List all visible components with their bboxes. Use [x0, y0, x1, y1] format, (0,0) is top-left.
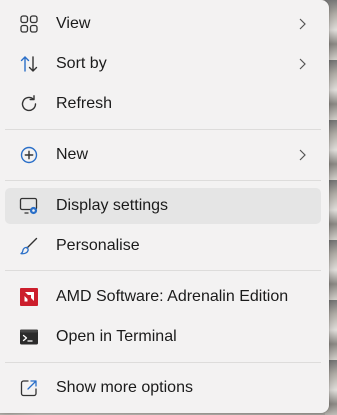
menu-separator: [5, 129, 321, 130]
chevron-right-icon: [299, 149, 306, 161]
brush-icon: [20, 237, 38, 255]
menu-item-sort-by[interactable]: Sort by: [5, 46, 321, 82]
menu-item-label: Display settings: [56, 197, 169, 214]
desktop-context-menu: View Sort by Refresh New Display setting…: [0, 0, 329, 413]
menu-item-display-settings[interactable]: Display settings: [5, 188, 321, 224]
menu-item-label: Refresh: [56, 95, 113, 112]
menu-separator: [5, 180, 321, 181]
menu-item-refresh[interactable]: Refresh: [5, 86, 321, 122]
menu-item-label: Sort by: [56, 55, 107, 72]
sort-arrows-icon: [20, 56, 38, 72]
terminal-icon: [20, 329, 38, 345]
menu-item-label: View: [56, 15, 91, 32]
menu-item-label: New: [56, 146, 89, 163]
share-out-icon: [20, 380, 37, 397]
plus-circle-icon: [20, 146, 38, 164]
menu-separator: [5, 362, 321, 363]
menu-item-label: Personalise: [56, 237, 140, 254]
menu-item-label: Open in Terminal: [56, 328, 177, 345]
menu-item-open-terminal[interactable]: Open in Terminal: [5, 319, 321, 355]
menu-item-view[interactable]: View: [5, 6, 321, 42]
menu-item-amd-software[interactable]: AMD Software: Adrenalin Edition: [5, 279, 321, 315]
menu-item-new[interactable]: New: [5, 137, 321, 173]
amd-logo-icon: [20, 288, 38, 306]
refresh-icon: [21, 95, 37, 112]
grid-icon: [20, 15, 38, 33]
menu-item-personalise[interactable]: Personalise: [5, 228, 321, 264]
chevron-right-icon: [299, 58, 306, 70]
menu-item-show-more-options[interactable]: Show more options: [5, 370, 321, 406]
menu-item-label: AMD Software: Adrenalin Edition: [56, 288, 289, 305]
menu-separator: [5, 270, 321, 271]
menu-item-label: Show more options: [56, 379, 193, 396]
chevron-right-icon: [299, 18, 306, 30]
display-settings-icon: [19, 197, 38, 215]
